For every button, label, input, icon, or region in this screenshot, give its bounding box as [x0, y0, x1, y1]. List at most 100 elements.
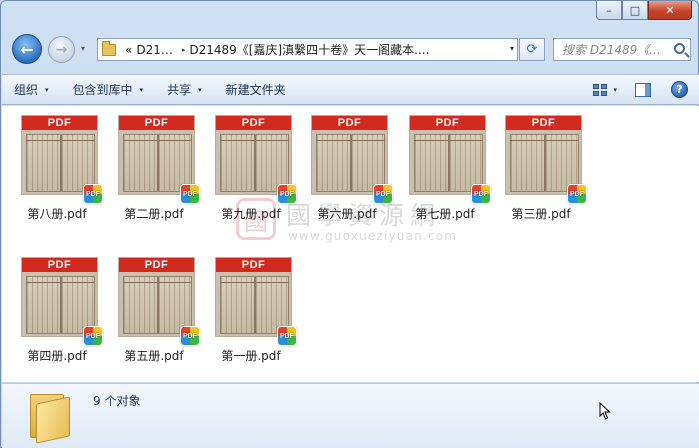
- pdf-thumbnail: PDF: [118, 115, 195, 195]
- pdf-app-icon: PDF: [180, 184, 200, 204]
- pdf-band: PDF: [119, 116, 194, 130]
- folder-icon: [30, 390, 70, 444]
- scan-header-line: [316, 134, 385, 141]
- badge-label: PDF: [183, 190, 197, 198]
- badge-label: PDF: [570, 190, 584, 198]
- pdf-app-icon: PDF: [277, 326, 297, 346]
- file-name[interactable]: 第五册.pdf: [109, 347, 199, 364]
- new-folder-button[interactable]: 新建文件夹: [214, 75, 298, 104]
- file-item[interactable]: PDF PDF 第二册.pdf: [109, 106, 200, 222]
- search-box[interactable]: 搜索 D21489《...: [553, 38, 691, 61]
- badge-label: PDF: [86, 332, 100, 340]
- pdf-band: PDF: [410, 116, 485, 130]
- file-item[interactable]: PDF PDF 第五册.pdf: [109, 248, 200, 364]
- organize-label: 组织: [14, 83, 39, 97]
- pdf-thumbnail: PDF: [505, 115, 582, 195]
- address-segment-parent[interactable]: D21…: [136, 43, 173, 57]
- file-item[interactable]: PDF PDF 第七册.pdf: [400, 106, 491, 222]
- address-segment-current[interactable]: D21489《[嘉庆]滇繫四十卷》天一阁藏本....: [189, 41, 429, 58]
- refresh-button[interactable]: ⟳: [519, 38, 545, 61]
- close-button[interactable]: ✕: [648, 1, 692, 20]
- pdf-thumbnail: PDF: [21, 115, 98, 195]
- watermark-url: www.guoxueziyuan.com: [288, 229, 458, 243]
- pdf-thumbnail: PDF: [21, 257, 98, 337]
- pdf-band: PDF: [312, 116, 387, 130]
- pdf-band: PDF: [216, 258, 291, 272]
- file-item[interactable]: PDF PDF 第三册.pdf: [496, 106, 587, 222]
- file-name[interactable]: 第三册.pdf: [496, 205, 586, 222]
- navigation-bar: ← → ▾ « D21… ▸ D21489《[嘉庆]滇繫四十卷》天一阁藏本...…: [1, 31, 699, 67]
- scan-header-line: [123, 276, 192, 283]
- scan-header-line: [26, 134, 95, 141]
- file-item[interactable]: PDF PDF 第一册.pdf: [206, 248, 297, 364]
- pdf-app-icon: PDF: [567, 184, 587, 204]
- pdf-app-icon: PDF: [277, 184, 297, 204]
- file-name[interactable]: 第四册.pdf: [12, 347, 102, 364]
- toolbar-right-group: ▾ ?: [593, 75, 699, 104]
- pdf-app-icon: PDF: [180, 326, 200, 346]
- new-folder-label: 新建文件夹: [225, 83, 286, 97]
- file-name[interactable]: 第九册.pdf: [206, 205, 296, 222]
- file-item[interactable]: PDF PDF 第九册.pdf: [206, 106, 297, 222]
- address-dropdown-icon[interactable]: ▾: [510, 44, 514, 53]
- view-options-dropdown[interactable]: ▾: [613, 86, 617, 94]
- pdf-thumbnail: PDF: [409, 115, 486, 195]
- address-bar[interactable]: « D21… ▸ D21489《[嘉庆]滇繫四十卷》天一阁藏本.... ▾: [97, 38, 518, 61]
- organize-menu[interactable]: 组织 ▾: [2, 75, 61, 104]
- view-options-icon[interactable]: [593, 83, 608, 96]
- search-input[interactable]: 搜索 D21489《...: [562, 41, 670, 58]
- scan-header-line: [220, 134, 289, 141]
- pdf-thumbnail: PDF: [311, 115, 388, 195]
- file-name[interactable]: 第一册.pdf: [206, 347, 296, 364]
- scan-header-line: [414, 134, 483, 141]
- include-in-library-menu[interactable]: 包含到库中 ▾: [61, 75, 156, 104]
- breadcrumb-arrow-icon[interactable]: ▸: [182, 46, 186, 54]
- mouse-cursor-icon: [599, 402, 611, 420]
- search-icon[interactable]: [674, 43, 685, 54]
- recent-pages-dropdown[interactable]: ▾: [81, 44, 91, 54]
- file-item[interactable]: PDF PDF 第六册.pdf: [302, 106, 393, 222]
- pdf-band: PDF: [119, 258, 194, 272]
- chevron-down-icon: ▾: [139, 85, 144, 94]
- pdf-app-icon: PDF: [373, 184, 393, 204]
- file-item[interactable]: PDF PDF 第八册.pdf: [12, 106, 103, 222]
- pdf-band: PDF: [506, 116, 581, 130]
- pdf-thumbnail: PDF: [215, 257, 292, 337]
- scan-header-line: [123, 134, 192, 141]
- back-button[interactable]: ←: [12, 34, 42, 64]
- explorer-window: – □ ✕ ← → ▾ « D21… ▸ D21489《[嘉庆]滇繫四十卷》天一…: [0, 0, 699, 448]
- chevron-down-icon: ▾: [45, 85, 49, 94]
- details-pane: 9 个对象: [2, 383, 699, 448]
- share-menu[interactable]: 共享 ▾: [155, 75, 214, 104]
- pdf-thumbnail: PDF: [215, 115, 292, 195]
- badge-label: PDF: [280, 332, 294, 340]
- file-name[interactable]: 第七册.pdf: [400, 205, 490, 222]
- pdf-band: PDF: [216, 116, 291, 130]
- help-icon[interactable]: ?: [671, 81, 688, 98]
- pdf-app-icon: PDF: [83, 326, 103, 346]
- command-bar: 组织 ▾ 包含到库中 ▾ 共享 ▾ 新建文件夹 ▾ ?: [2, 74, 699, 105]
- scan-header-line: [510, 134, 579, 141]
- preview-pane-icon[interactable]: [635, 82, 651, 97]
- file-name[interactable]: 第八册.pdf: [12, 205, 102, 222]
- maximize-button[interactable]: □: [622, 1, 648, 20]
- pdf-thumbnail: PDF: [118, 257, 195, 337]
- badge-label: PDF: [86, 190, 100, 198]
- forward-button[interactable]: →: [48, 36, 75, 63]
- minimize-button[interactable]: –: [596, 1, 622, 20]
- badge-label: PDF: [183, 332, 197, 340]
- badge-label: PDF: [280, 190, 294, 198]
- badge-label: PDF: [376, 190, 390, 198]
- share-label: 共享: [167, 83, 192, 97]
- address-overflow-chevron[interactable]: «: [125, 43, 132, 57]
- pdf-app-icon: PDF: [471, 184, 491, 204]
- include-in-library-label: 包含到库中: [72, 83, 133, 97]
- file-item[interactable]: PDF PDF 第四册.pdf: [12, 248, 103, 364]
- scan-header-line: [220, 276, 289, 283]
- file-name[interactable]: 第六册.pdf: [302, 205, 392, 222]
- scan-header-line: [26, 276, 95, 283]
- pdf-band: PDF: [22, 116, 97, 130]
- item-count: 9 个对象: [93, 394, 141, 408]
- file-list-pane[interactable]: 國 國學資源網 www.guoxueziyuan.com PDF PDF 第八册…: [2, 106, 699, 382]
- file-name[interactable]: 第二册.pdf: [109, 205, 199, 222]
